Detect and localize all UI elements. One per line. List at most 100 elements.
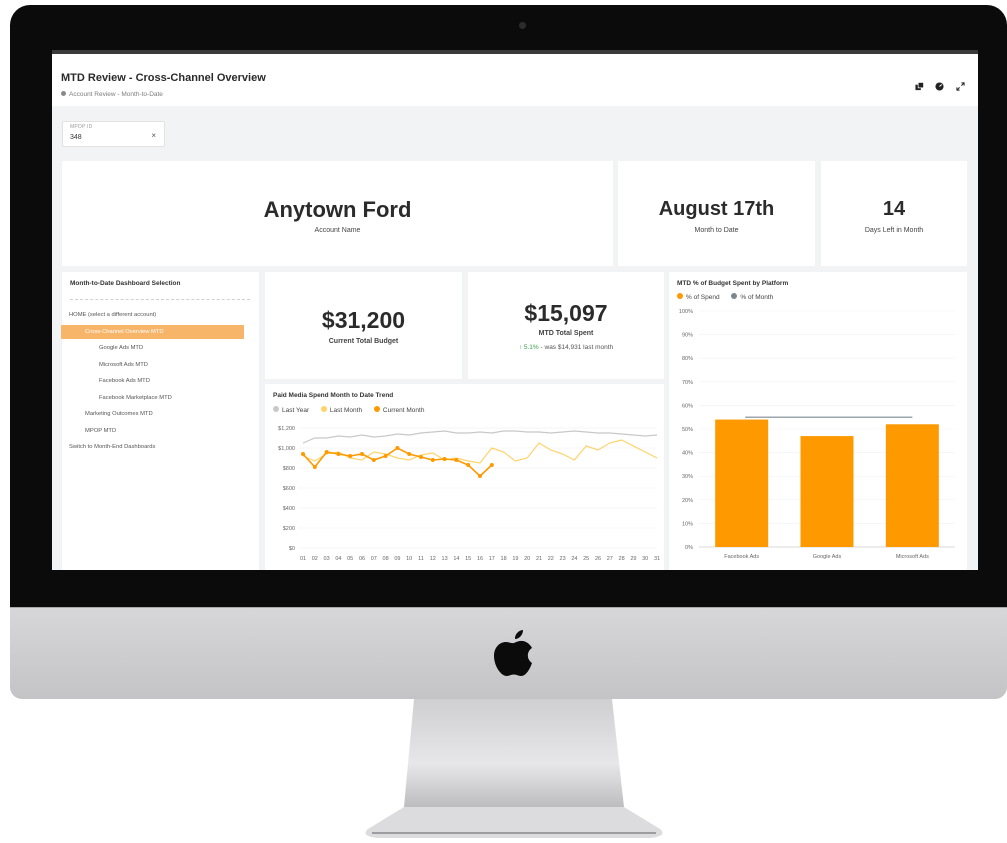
y-tick-label: 40%	[682, 451, 693, 457]
series-line	[302, 430, 658, 444]
days-left-card: 14 Days Left in Month	[821, 161, 967, 266]
x-tick-label: 27	[607, 556, 613, 562]
bar	[715, 419, 769, 547]
y-tick-label: 50%	[682, 427, 693, 433]
data-point	[419, 455, 423, 459]
filter-label: MPOP ID	[70, 124, 93, 130]
delta-percent: 5.1%	[523, 344, 539, 351]
x-tick-label: 03	[324, 556, 330, 562]
delta-text: - was $14,931 last month	[540, 344, 614, 351]
breadcrumb-label: Account Review - Month-to-Date	[69, 91, 163, 98]
y-tick-label: 10%	[682, 521, 693, 527]
x-tick-label: 13	[442, 556, 448, 562]
y-tick-label: $0	[289, 546, 295, 552]
nav-item[interactable]: Facebook Marketplace MTD	[99, 395, 172, 401]
x-tick-label: Facebook Ads	[724, 554, 759, 560]
spend-trend-title: Paid Media Spend Month to Date Trend	[273, 392, 394, 399]
dashboard-header: MTD Review - Cross-Channel Overview Acco…	[52, 54, 978, 106]
filter-value[interactable]: 348	[70, 134, 82, 141]
series-line	[302, 439, 658, 464]
mpop-id-filter[interactable]: MPOP ID 348 ×	[62, 121, 165, 147]
y-tick-label: $400	[283, 506, 295, 512]
x-tick-label: 22	[548, 556, 554, 562]
data-point	[489, 463, 494, 467]
data-point	[395, 446, 400, 450]
budget-by-platform-chart: MTD % of Budget Spent by Platform % of S…	[669, 272, 967, 570]
y-tick-label: $1,000	[278, 446, 295, 452]
nav-item[interactable]: Google Ads MTD	[99, 345, 143, 351]
data-point	[336, 452, 341, 456]
bar-chart-plot: 0% 10% 20% 30% 40% 50% 60% 70% 80% 90% 100% Faceboo…	[679, 309, 955, 560]
x-tick-label: 17	[489, 556, 495, 562]
line-chart-plot: $0 $200 $400 $600 $800 $1,000 $1,200 01 02 03 04 05…	[278, 426, 660, 562]
legend-dot	[320, 406, 327, 412]
breadcrumb[interactable]: Account Review - Month-to-Date	[61, 91, 163, 98]
data-point	[466, 463, 471, 467]
x-tick-label: 26	[595, 556, 601, 562]
nav-item[interactable]: Cross-Channel Overview MTD	[85, 329, 164, 335]
nav-item[interactable]: Facebook Ads MTD	[99, 378, 150, 384]
legend-last-year[interactable]: Last Year	[273, 406, 310, 414]
expand-icon[interactable]	[956, 82, 965, 91]
x-tick-label: 11	[418, 556, 424, 562]
x-tick-label: 18	[501, 556, 507, 562]
x-tick-label: 04	[335, 556, 341, 562]
legend-dot	[273, 406, 279, 412]
x-tick-label: 02	[312, 556, 318, 562]
nav-item[interactable]: Switch to Month-End Dashboards	[69, 444, 155, 450]
y-tick-label: 100%	[679, 309, 693, 315]
y-tick-label: 90%	[682, 333, 693, 339]
folder-icon	[61, 91, 66, 96]
mtd-spent-value: $15,097	[524, 300, 608, 326]
x-tick-label: 09	[394, 556, 400, 562]
spent-delta: ↑ 5.1% - was $14,931 last month	[468, 344, 664, 351]
legend-label: Last Year	[282, 406, 310, 414]
nav-title: Month-to-Date Dashboard Selection	[70, 280, 181, 287]
nav-item[interactable]: MPOP MTD	[85, 428, 116, 434]
bar	[800, 436, 854, 547]
x-tick-label: Google Ads	[813, 554, 842, 560]
x-tick-label: 20	[524, 556, 530, 562]
mtd-spent-label: MTD Total Spent	[538, 330, 594, 337]
nav-item[interactable]: HOME (select a different account)	[69, 312, 156, 318]
x-tick-label: 08	[383, 556, 389, 562]
gauge-icon[interactable]	[935, 82, 944, 91]
copy-icon[interactable]	[915, 82, 924, 91]
nav-item[interactable]: Marketing Outcomes MTD	[85, 411, 153, 417]
legend-current-month[interactable]: Current Month	[373, 406, 425, 414]
y-tick-label: $600	[283, 486, 295, 492]
current-budget-label: Current Total Budget	[328, 338, 399, 345]
data-point	[371, 458, 376, 462]
data-point	[407, 452, 412, 456]
x-tick-label: 29	[630, 556, 636, 562]
y-tick-label: 30%	[682, 474, 693, 480]
legend-last-month[interactable]: Last Month	[320, 406, 362, 414]
x-tick-label: 05	[347, 556, 353, 562]
x-tick-label: 24	[571, 556, 577, 562]
clear-filter-icon[interactable]: ×	[151, 131, 156, 140]
x-tick-label: 23	[560, 556, 566, 562]
current-budget-card: $31,200 Current Total Budget	[265, 272, 462, 379]
data-point	[442, 457, 447, 461]
data-point	[312, 465, 317, 469]
legend-label: Current Month	[382, 406, 425, 414]
legend-dot	[373, 406, 380, 412]
x-tick-label: 21	[536, 556, 542, 562]
x-tick-label: 19	[512, 556, 518, 562]
y-tick-label: 70%	[682, 380, 693, 386]
y-tick-label: 0%	[685, 545, 693, 551]
y-tick-label: $200	[283, 526, 295, 532]
month-to-date-value: August 17th	[658, 198, 775, 220]
bar	[885, 424, 939, 547]
current-budget-value: $31,200	[321, 307, 406, 333]
month-to-date-card: August 17th Month to Date	[618, 161, 815, 266]
account-name-label: Account Name	[314, 227, 361, 234]
x-tick-label: 12	[430, 556, 436, 562]
nav-item[interactable]: Microsoft Ads MTD	[99, 362, 148, 368]
apple-logo-icon	[494, 630, 532, 676]
data-point	[301, 452, 305, 456]
spend-trend-legend: Last Year Last Month Current Month	[273, 406, 434, 414]
x-tick-label: 28	[619, 556, 625, 562]
y-tick-label: 20%	[682, 498, 693, 504]
dashboard-screen: MTD Review - Cross-Channel Overview Acco…	[52, 50, 978, 570]
